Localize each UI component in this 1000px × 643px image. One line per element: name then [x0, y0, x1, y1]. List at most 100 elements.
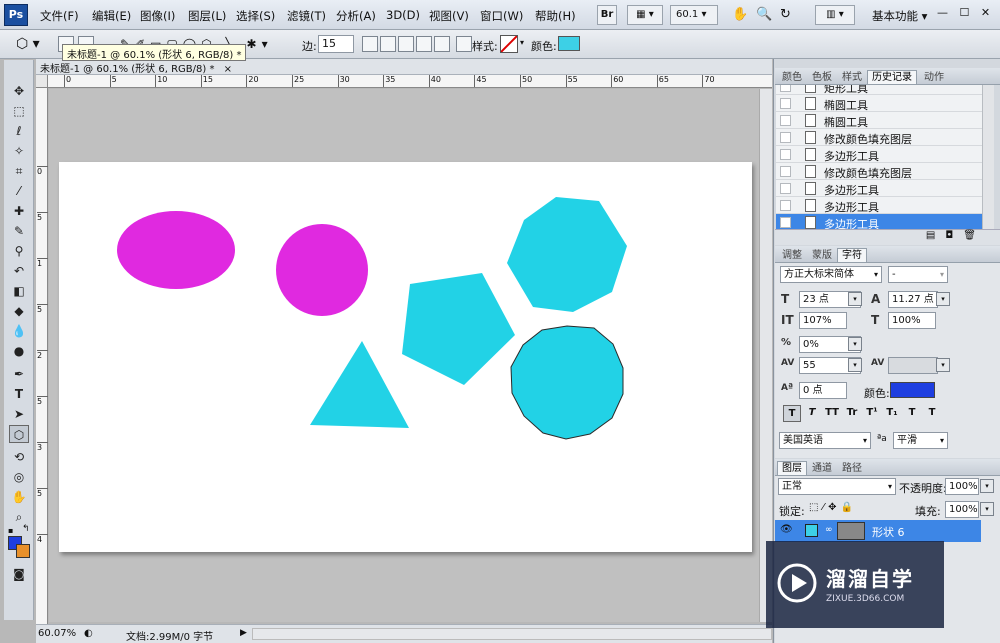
text-style-button[interactable]: T — [783, 405, 801, 422]
eraser-tool-icon[interactable]: ◧ — [9, 282, 29, 300]
new-shape-layer-icon[interactable] — [362, 36, 378, 52]
minimize-button[interactable]: — — [937, 6, 948, 19]
menu-select[interactable]: 选择(S) — [236, 8, 275, 24]
3d-rotate-icon[interactable]: ⟲ — [9, 448, 29, 466]
history-snapshot-checkbox[interactable] — [780, 115, 791, 126]
text-style-button[interactable]: TT — [823, 405, 841, 422]
text-color-swatch[interactable] — [890, 382, 935, 398]
lock-icons[interactable]: ⬚⁄✥🔒 — [809, 502, 857, 513]
tracking-dropdown[interactable]: ▾ — [848, 358, 862, 372]
menu-view[interactable]: 视图(V) — [429, 8, 469, 24]
tab-character[interactable]: 字符 — [837, 248, 867, 262]
history-item[interactable]: 修改颜色填充图层 — [776, 129, 982, 146]
history-item[interactable]: 椭圆工具 — [776, 95, 982, 112]
tool-preset-icon[interactable]: ⬡ ▾ — [16, 36, 40, 52]
marquee-tool-icon[interactable]: ⬚ — [9, 102, 29, 120]
hand-icon[interactable]: ✋ — [732, 7, 748, 22]
history-snapshot-checkbox[interactable] — [780, 183, 791, 194]
new-document-from-state-icon[interactable]: ▤ — [926, 230, 945, 241]
text-style-button[interactable]: T¹ — [863, 405, 881, 422]
subtract-shape-icon[interactable] — [398, 36, 414, 52]
menu-file[interactable]: 文件(F) — [40, 8, 79, 24]
history-snapshot-checkbox[interactable] — [780, 98, 791, 109]
arrange-documents-button[interactable]: ▥ ▾ — [815, 5, 855, 25]
close-button[interactable]: ✕ — [981, 6, 990, 19]
dodge-tool-icon[interactable]: ● — [9, 342, 29, 360]
pen-tool-icon[interactable]: ✒ — [9, 365, 29, 383]
tab-swatches[interactable]: 色板 — [807, 70, 837, 84]
rotate-view-icon[interactable]: ↻ — [780, 7, 791, 22]
antialias-select[interactable]: 平滑 ▾ — [893, 432, 948, 449]
status-arrow-icon[interactable]: ▶ — [240, 628, 247, 638]
menu-filter[interactable]: 滤镜(T) — [287, 8, 326, 24]
move-tool-icon[interactable]: ✥ — [9, 82, 29, 100]
tab-masks[interactable]: 蒙版 — [807, 248, 837, 262]
layer-row-selected[interactable]: 👁 ∞ 形状 6 — [775, 520, 981, 542]
intersect-shape-icon[interactable] — [416, 36, 432, 52]
style-picker[interactable] — [500, 35, 518, 53]
horizontal-scale-input[interactable]: 100% — [888, 312, 936, 329]
menu-3d[interactable]: 3D(D) — [386, 8, 420, 22]
opacity-dropdown[interactable]: ▾ — [980, 479, 994, 493]
kerning-dropdown[interactable]: ▾ — [936, 358, 950, 372]
lasso-tool-icon[interactable]: ℓ — [9, 122, 29, 140]
quick-mask-icon[interactable]: ◙ — [9, 565, 29, 583]
text-style-button[interactable]: T — [903, 405, 921, 422]
history-snapshot-checkbox[interactable] — [780, 149, 791, 160]
new-snapshot-icon[interactable]: ◘ — [945, 230, 963, 241]
tab-channels[interactable]: 通道 — [807, 461, 837, 475]
text-style-button[interactable]: T₁ — [883, 405, 901, 422]
leading-input[interactable]: 11.27 点 — [888, 291, 938, 308]
menu-window[interactable]: 窗口(W) — [480, 8, 523, 24]
menu-image[interactable]: 图像(I) — [140, 8, 175, 24]
default-colors-icon[interactable]: ▪ — [8, 526, 13, 535]
tsume-dropdown[interactable]: ▾ — [848, 337, 862, 351]
history-snapshot-checkbox[interactable] — [780, 132, 791, 143]
swap-colors-icon[interactable]: ↰ — [22, 524, 30, 534]
history-item[interactable]: 多边形工具 — [776, 146, 982, 163]
tab-actions[interactable]: 动作 — [919, 70, 949, 84]
delete-state-icon[interactable]: 🗑 — [963, 230, 986, 241]
menu-help[interactable]: 帮助(H) — [535, 8, 576, 24]
sides-input[interactable]: 15 — [318, 35, 354, 53]
background-color[interactable] — [16, 544, 30, 558]
healing-brush-icon[interactable]: ✚ — [9, 202, 29, 220]
add-to-shape-icon[interactable] — [380, 36, 396, 52]
history-snapshot-checkbox[interactable] — [780, 200, 791, 211]
status-zoom[interactable]: 60.07% — [38, 628, 76, 639]
polygon-tool-icon[interactable]: ⬡ — [9, 425, 29, 443]
path-selection-icon[interactable]: ➤ — [9, 405, 29, 423]
tab-paths[interactable]: 路径 — [837, 461, 867, 475]
opacity-input[interactable]: 100% — [945, 478, 979, 495]
zoom-dropdown[interactable]: 60.1 ▾ — [670, 5, 718, 25]
tab-layers[interactable]: 图层 — [777, 461, 807, 475]
bridge-button[interactable]: Br — [597, 5, 617, 25]
menu-edit[interactable]: 编辑(E) — [92, 8, 131, 24]
tab-history[interactable]: 历史记录 — [867, 70, 917, 84]
3d-orbit-icon[interactable]: ◎ — [9, 468, 29, 486]
leading-dropdown[interactable]: ▾ — [936, 292, 950, 306]
text-style-button[interactable]: Tr — [843, 405, 861, 422]
history-item[interactable]: 修改颜色填充图层 — [776, 163, 982, 180]
document-tab[interactable]: 未标题-1 @ 60.1% (形状 6, RGB/8) * × — [40, 60, 232, 75]
history-item[interactable]: 多边形工具 — [776, 214, 982, 229]
visibility-eye-icon[interactable]: 👁 — [780, 524, 793, 535]
exclude-shape-icon[interactable] — [434, 36, 450, 52]
blur-tool-icon[interactable]: 💧 — [9, 322, 29, 340]
eyedropper-icon[interactable]: ⁄ — [9, 182, 29, 200]
baseline-shift-input[interactable]: 0 点 — [799, 382, 847, 399]
document-canvas[interactable] — [59, 162, 752, 552]
font-size-dropdown[interactable]: ▾ — [848, 292, 862, 306]
crop-tool-icon[interactable]: ⌗ — [9, 162, 29, 180]
font-family-select[interactable]: 方正大标宋简体 ▾ — [780, 266, 882, 283]
font-style-select[interactable]: - ▾ — [888, 266, 948, 283]
maximize-button[interactable]: ☐ — [960, 6, 970, 19]
fill-dropdown[interactable]: ▾ — [980, 502, 994, 516]
text-style-button[interactable]: T — [803, 405, 821, 422]
blend-mode-select[interactable]: 正常 ▾ — [778, 478, 896, 495]
vertical-scale-input[interactable]: 107% — [799, 312, 847, 329]
menu-analysis[interactable]: 分析(A) — [336, 8, 376, 24]
magic-wand-icon[interactable]: ✧ — [9, 142, 29, 160]
tab-adjustments[interactable]: 调整 — [777, 248, 807, 262]
fill-input[interactable]: 100% — [945, 501, 979, 518]
